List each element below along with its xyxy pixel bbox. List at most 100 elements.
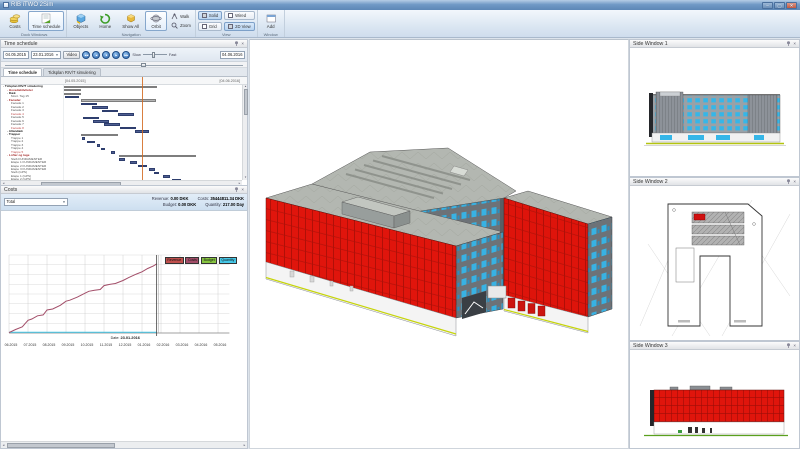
pin-icon[interactable] (234, 187, 239, 192)
minimize-button[interactable]: – (762, 2, 773, 9)
maximize-button[interactable]: ▢ (774, 2, 785, 9)
scrollbar-thumb[interactable] (7, 443, 115, 448)
x-axis-label: 02.2016 (154, 343, 172, 347)
ribbon-group-dock-windows: Costs Time schedule Dock Windows (2, 10, 67, 37)
costs-value: 35444811.34 DKK (210, 196, 244, 201)
video-button[interactable]: Video (63, 51, 80, 59)
speed-slider[interactable] (143, 51, 167, 59)
panel-title: Costs (4, 187, 17, 193)
red-facade (654, 390, 784, 422)
time-schedule-button[interactable]: Time schedule (28, 11, 64, 31)
pin-icon[interactable] (786, 343, 791, 348)
ribbon-group-label: Window (260, 31, 282, 38)
gantt-vertical-scrollbar[interactable]: ▲ ▼ (242, 85, 247, 180)
legend-item: Costs (185, 257, 199, 264)
close-panel-icon[interactable]: × (241, 187, 244, 192)
close-panel-icon[interactable]: × (793, 179, 796, 184)
time-schedule-panel-header: Time schedule × (1, 40, 247, 48)
fast-label: Fast (169, 52, 177, 57)
gantt-summary-bar[interactable] (64, 86, 157, 88)
gantt-rows: - Tidsplan RIV/T simulering- Hovedaktivi… (1, 85, 242, 180)
building-3d-model[interactable] (250, 40, 628, 448)
close-button[interactable]: ✕ (786, 2, 797, 9)
gantt-summary-bar[interactable] (81, 134, 118, 136)
orbit-button[interactable]: Orbit (145, 11, 167, 31)
step-forward-button[interactable]: ▶ (112, 51, 120, 59)
scope-selector-combo[interactable]: Total▼ (4, 198, 68, 206)
chart-legend: RevenueCostsBudgetQuantity (165, 257, 237, 264)
wired-icon (228, 13, 233, 18)
scrollbar-thumb[interactable] (244, 89, 248, 115)
front-elevation-view[interactable] (630, 48, 799, 176)
right-wing (500, 191, 612, 333)
costs-line-chart (3, 253, 247, 341)
zoom-option[interactable]: Zoom (171, 22, 191, 29)
title-bar[interactable]: RIB iTWO 2Sim – ▢ ✕ (0, 0, 800, 10)
panel-title: Side Window 3 (633, 343, 668, 349)
scrubber-thumb[interactable] (141, 63, 146, 67)
gantt-chart[interactable]: [04.05.2015] [04.06.2016] - Tidsplan RIV… (1, 77, 247, 185)
scroll-left-icon[interactable]: ◄ (1, 443, 6, 448)
x-axis-label: 10.2015 (78, 343, 96, 347)
side-windows-column: Side Window 1 × (629, 39, 800, 449)
wired-toggle[interactable]: Wired (224, 11, 255, 20)
timeline-scrubber[interactable] (1, 62, 247, 68)
play-forward-button[interactable]: ▶▶ (122, 51, 130, 59)
tab-tidsplan-simulering[interactable]: Tidsplan RIV/T simulering (43, 68, 101, 76)
chevron-down-icon: ▼ (56, 53, 59, 57)
pin-icon[interactable] (786, 179, 791, 184)
gantt-summary-bar[interactable] (119, 155, 196, 157)
step-back-button[interactable]: ◀ (92, 51, 100, 59)
sim-start-date[interactable]: 04.05.2015 (3, 51, 29, 59)
simulation-controls: 04.05.2015 23.01.2016▼ Video ◀◀ ◀ ■ ▶ ▶▶… (1, 48, 247, 62)
gantt-summary-bar[interactable] (64, 93, 81, 95)
home-icon (99, 13, 111, 24)
legend-item: Revenue (165, 257, 184, 264)
ribbon-group-label: Dock Windows (4, 31, 64, 38)
pin-icon[interactable] (786, 41, 791, 46)
x-axis-label: 07.2015 (21, 343, 39, 347)
side-window-2: Side Window 2 × (629, 177, 800, 341)
scroll-down-icon[interactable]: ▼ (243, 176, 248, 180)
solid-toggle[interactable]: Solid (198, 11, 222, 20)
current-date-combo[interactable]: 23.01.2016▼ (31, 51, 61, 59)
costs-icon (9, 13, 21, 24)
close-panel-icon[interactable]: × (793, 343, 796, 348)
home-button[interactable]: Home (94, 11, 116, 31)
plan-view[interactable] (630, 186, 799, 340)
add-window-button[interactable]: Add (260, 11, 282, 31)
tab-time-schedule[interactable]: Time schedule (3, 68, 42, 76)
grid-icon (202, 24, 207, 29)
x-axis-label: 12.2015 (116, 343, 134, 347)
x-axis-label: 03.2016 (173, 343, 191, 347)
revenue-label: Revenue: (152, 196, 170, 201)
costs-horizontal-scrollbar[interactable]: ◄ ► (1, 441, 247, 448)
show-all-button[interactable]: Show All (118, 11, 143, 31)
close-panel-icon[interactable]: × (241, 41, 244, 46)
grid-toggle[interactable]: Grid (198, 22, 222, 31)
pin-icon[interactable] (234, 41, 239, 46)
close-panel-icon[interactable]: × (793, 41, 796, 46)
stop-button[interactable]: ■ (102, 51, 110, 59)
speed-slider-thumb[interactable] (152, 52, 155, 58)
time-schedule-icon (40, 13, 52, 24)
gantt-summary-bar[interactable] (81, 99, 156, 101)
legend-item: Budget (201, 257, 217, 264)
walk-option[interactable]: Walk (171, 13, 191, 20)
sim-end-date[interactable]: 04.06.2016 (220, 51, 246, 59)
side-window-3: Side Window 3 × (629, 341, 800, 449)
schedule-tabs: Time schedule Tidsplan RIV/T simulering (1, 68, 247, 77)
gantt-summary-bar[interactable] (64, 89, 81, 91)
red-facade-elevation-view[interactable] (630, 350, 799, 448)
costs-button[interactable]: Costs (4, 11, 26, 31)
main-3d-viewport[interactable] (249, 39, 629, 449)
ground-floor (654, 422, 784, 434)
view-2d-toggle[interactable]: 2D View (224, 22, 255, 31)
costs-chart-area[interactable]: RevenueCostsBudgetQuantity 06.201507.201… (1, 211, 247, 441)
side-window-1: Side Window 1 × (629, 39, 800, 177)
scroll-right-icon[interactable]: ► (242, 443, 247, 448)
panel-title: Side Window 2 (633, 179, 668, 185)
objects-button[interactable]: Objects (69, 11, 92, 31)
chart-date-annotation: Date: 23.01.2016 (111, 335, 140, 340)
play-backward-button[interactable]: ◀◀ (82, 51, 90, 59)
